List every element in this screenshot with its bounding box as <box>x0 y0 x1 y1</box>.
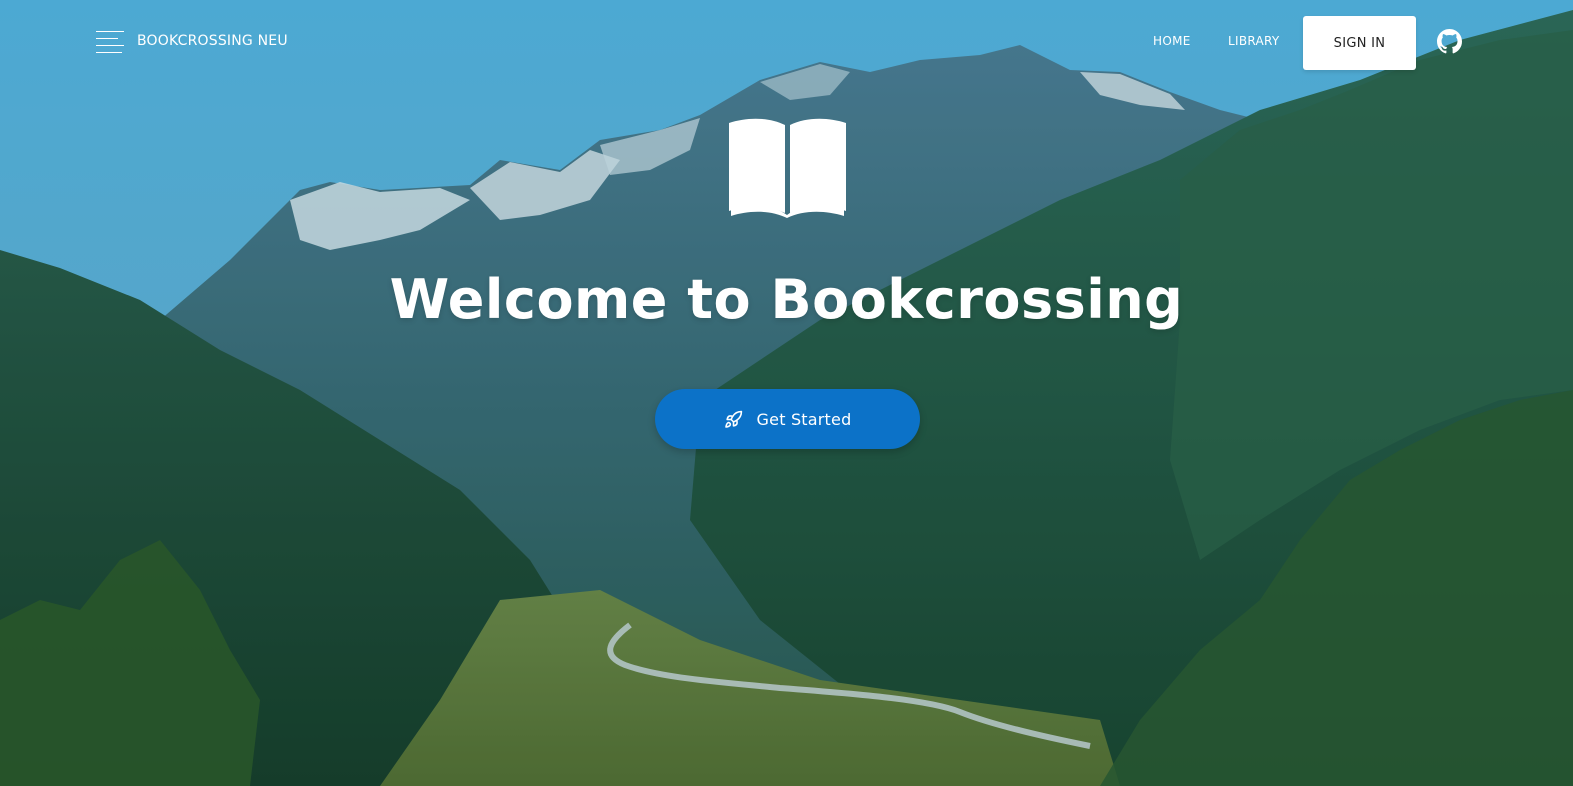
hamburger-menu-icon[interactable] <box>96 31 124 53</box>
sign-in-button[interactable]: SIGN IN <box>1303 16 1416 70</box>
github-icon[interactable] <box>1437 29 1462 54</box>
brand-link[interactable]: BOOKCROSSING NEU <box>137 33 288 49</box>
open-book-icon <box>729 118 846 218</box>
nav-link-home[interactable]: HOME <box>1153 34 1191 48</box>
rocket-icon <box>724 410 742 428</box>
nav-link-library[interactable]: LIBRARY <box>1228 34 1280 48</box>
hero-title: Welcome to Bookcrossing <box>389 268 1184 331</box>
get-started-button[interactable]: Get Started <box>655 389 920 449</box>
hero-section: BOOKCROSSING NEU HOME LIBRARY SIGN IN We… <box>0 0 1573 786</box>
navbar: BOOKCROSSING NEU HOME LIBRARY SIGN IN <box>0 0 1573 84</box>
get-started-label: Get Started <box>756 409 852 429</box>
